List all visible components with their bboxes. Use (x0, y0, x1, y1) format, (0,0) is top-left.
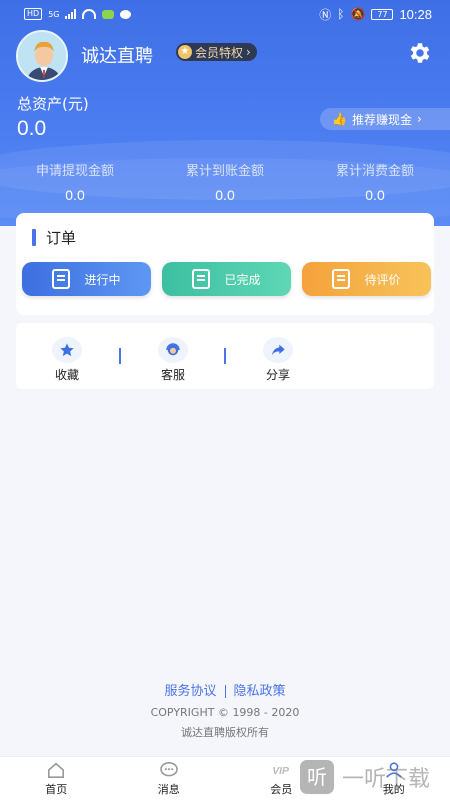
chevron-right-icon: › (416, 112, 422, 126)
stat-label: 累计到账金额 (185, 164, 264, 179)
tab-home[interactable]: 首页 (0, 757, 113, 800)
thumbs-up-icon: 👍 (332, 112, 347, 126)
signal-icon (65, 9, 77, 19)
stat-value: 0.0 (365, 187, 385, 203)
stat-item[interactable]: 累计消费金额 0.0 (300, 160, 450, 203)
customer-service-icon (158, 337, 188, 363)
divider (224, 685, 226, 698)
wifi-icon (82, 9, 97, 19)
watermark: 听 一听下载 (300, 754, 450, 800)
app-notification-icon (102, 9, 115, 19)
avatar[interactable] (16, 30, 68, 82)
orders-title: 订单 (46, 229, 77, 247)
mute-icon: 🔕 (350, 7, 366, 21)
total-assets-label: 总资产(元) (17, 95, 89, 113)
order-status-buttons: 进行中 已完成 待评价 (22, 262, 431, 296)
tab-label: 会员 (270, 783, 293, 796)
share-label: 分享 (265, 368, 290, 382)
completed-label: 已完成 (224, 272, 261, 287)
footer-links: 服务协议 隐私政策 (0, 680, 450, 699)
bluetooth-icon: ᛒ (337, 7, 345, 21)
stat-label: 累计消费金额 (335, 164, 414, 179)
vip-badge[interactable]: ★ 会员特权 › (176, 43, 257, 61)
to-review-button[interactable]: 待评价 (302, 262, 431, 296)
recommend-earn-button[interactable]: 👍 推荐赚现金 › (320, 108, 450, 130)
copyright-text: COPYRIGHT © 1998 - 2020 (150, 706, 300, 719)
stat-value: 0.0 (65, 187, 85, 203)
gear-icon[interactable] (407, 40, 433, 66)
completed-button[interactable]: 已完成 (162, 262, 291, 296)
battery-icon: 77 (371, 8, 394, 20)
nfc-icon: Ⓝ (319, 7, 332, 22)
chevron-right-icon: › (246, 45, 251, 59)
clock: 10:28 (399, 6, 432, 22)
orders-header: 订单 (32, 227, 76, 248)
favorites-label: 收藏 (54, 368, 79, 382)
privacy-policy-link[interactable]: 隐私政策 (234, 684, 286, 699)
total-assets-value: 0.0 (17, 117, 47, 140)
stat-item[interactable]: 累计到账金额 0.0 (150, 160, 300, 203)
tab-label: 首页 (45, 783, 68, 796)
watermark-text: 一听下载 (342, 767, 431, 792)
tab-label: 消息 (157, 783, 180, 796)
to-review-label: 待评价 (364, 272, 401, 287)
stat-label: 申请提现金额 (35, 164, 114, 179)
star-icon: ★ (178, 45, 192, 59)
svg-text:VIP: VIP (272, 766, 289, 777)
rights-text: 诚达直聘版权所有 (181, 726, 269, 739)
share-tool[interactable]: 分享 (248, 337, 308, 383)
favorites-tool[interactable]: 收藏 (37, 337, 97, 383)
customer-service-tool[interactable]: 客服 (143, 337, 203, 383)
stat-value: 0.0 (215, 187, 235, 203)
share-icon (263, 337, 293, 363)
list-check-icon (192, 269, 211, 289)
stat-item[interactable]: 申请提现金额 0.0 (0, 160, 150, 203)
divider (224, 348, 226, 364)
in-progress-button[interactable]: 进行中 (22, 262, 151, 296)
edit-note-icon (332, 269, 351, 289)
divider (119, 348, 121, 364)
home-icon (48, 762, 65, 778)
tab-messages[interactable]: 消息 (113, 757, 226, 800)
watermark-logo: 听 (300, 760, 334, 794)
app-name: 诚达直聘 (81, 46, 153, 67)
list-clock-icon (52, 269, 71, 289)
vip-badge-label: 会员特权 (195, 45, 244, 60)
status-bar: HD 5G Ⓝ ᛒ 🔕 77 10:28 (0, 0, 450, 28)
vip-icon: VIP (272, 766, 289, 777)
recommend-earn-label: 推荐赚现金 (351, 112, 412, 127)
service-agreement-link[interactable]: 服务协议 (164, 684, 216, 699)
message-icon (159, 762, 178, 777)
chat-notification-icon (120, 9, 132, 19)
customer-service-label: 客服 (160, 368, 185, 382)
orders-card: 订单 进行中 已完成 待评价 (16, 213, 434, 315)
network-type: 5G (48, 9, 60, 19)
stats-row: 申请提现金额 0.0 累计到账金额 0.0 累计消费金额 0.0 (0, 160, 450, 203)
in-progress-label: 进行中 (84, 272, 121, 287)
star-icon (52, 337, 82, 363)
section-accent-bar (32, 229, 36, 246)
hd-indicator: HD (24, 8, 43, 20)
